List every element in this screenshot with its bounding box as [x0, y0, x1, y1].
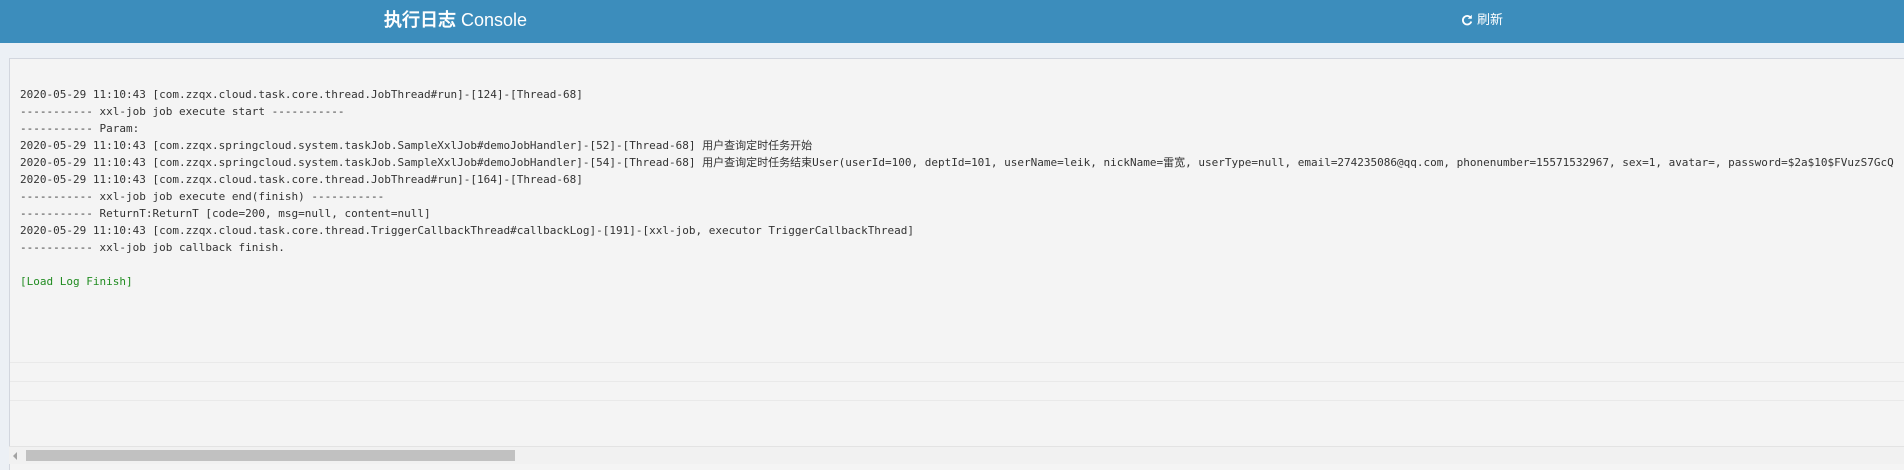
log-line: 2020-05-29 11:10:43 [com.zzqx.springclou… — [20, 139, 813, 152]
log-line: ----------- Param: — [20, 122, 140, 135]
divider — [10, 362, 1904, 363]
refresh-button[interactable]: 刷新 — [1461, 0, 1503, 40]
log-line: 2020-05-29 11:10:43 [com.zzqx.springclou… — [20, 156, 1894, 169]
log-content: 2020-05-29 11:10:43 [com.zzqx.cloud.task… — [20, 86, 1894, 290]
log-line: ----------- xxl-job job execute end(fini… — [20, 190, 385, 203]
log-line: ----------- xxl-job job callback finish. — [20, 241, 285, 254]
divider — [10, 400, 1904, 401]
log-line: 2020-05-29 11:10:43 [com.zzqx.cloud.task… — [20, 224, 915, 237]
scroll-left-arrow-icon[interactable] — [13, 452, 17, 460]
page-title: 执行日志 Console — [384, 0, 527, 40]
refresh-icon — [1462, 14, 1473, 26]
page-title-zh: 执行日志 — [384, 10, 456, 30]
log-line: 2020-05-29 11:10:43 [com.zzqx.cloud.task… — [20, 173, 583, 186]
console-header: 执行日志 Console 刷新 — [0, 0, 1904, 43]
refresh-label: 刷新 — [1477, 12, 1504, 27]
log-line: ----------- ReturnT:ReturnT [code=200, m… — [20, 207, 431, 220]
page-title-en: Console — [456, 10, 528, 30]
log-line: ----------- xxl-job job execute start --… — [20, 105, 345, 118]
divider — [10, 381, 1904, 382]
log-line: 2020-05-29 11:10:43 [com.zzqx.cloud.task… — [20, 88, 583, 101]
load-log-finish-text: [Load Log Finish] — [20, 275, 133, 288]
horizontal-scrollbar[interactable] — [9, 446, 1904, 464]
scrollbar-thumb[interactable] — [26, 450, 515, 461]
log-console-panel[interactable]: 2020-05-29 11:10:43 [com.zzqx.cloud.task… — [9, 58, 1904, 470]
